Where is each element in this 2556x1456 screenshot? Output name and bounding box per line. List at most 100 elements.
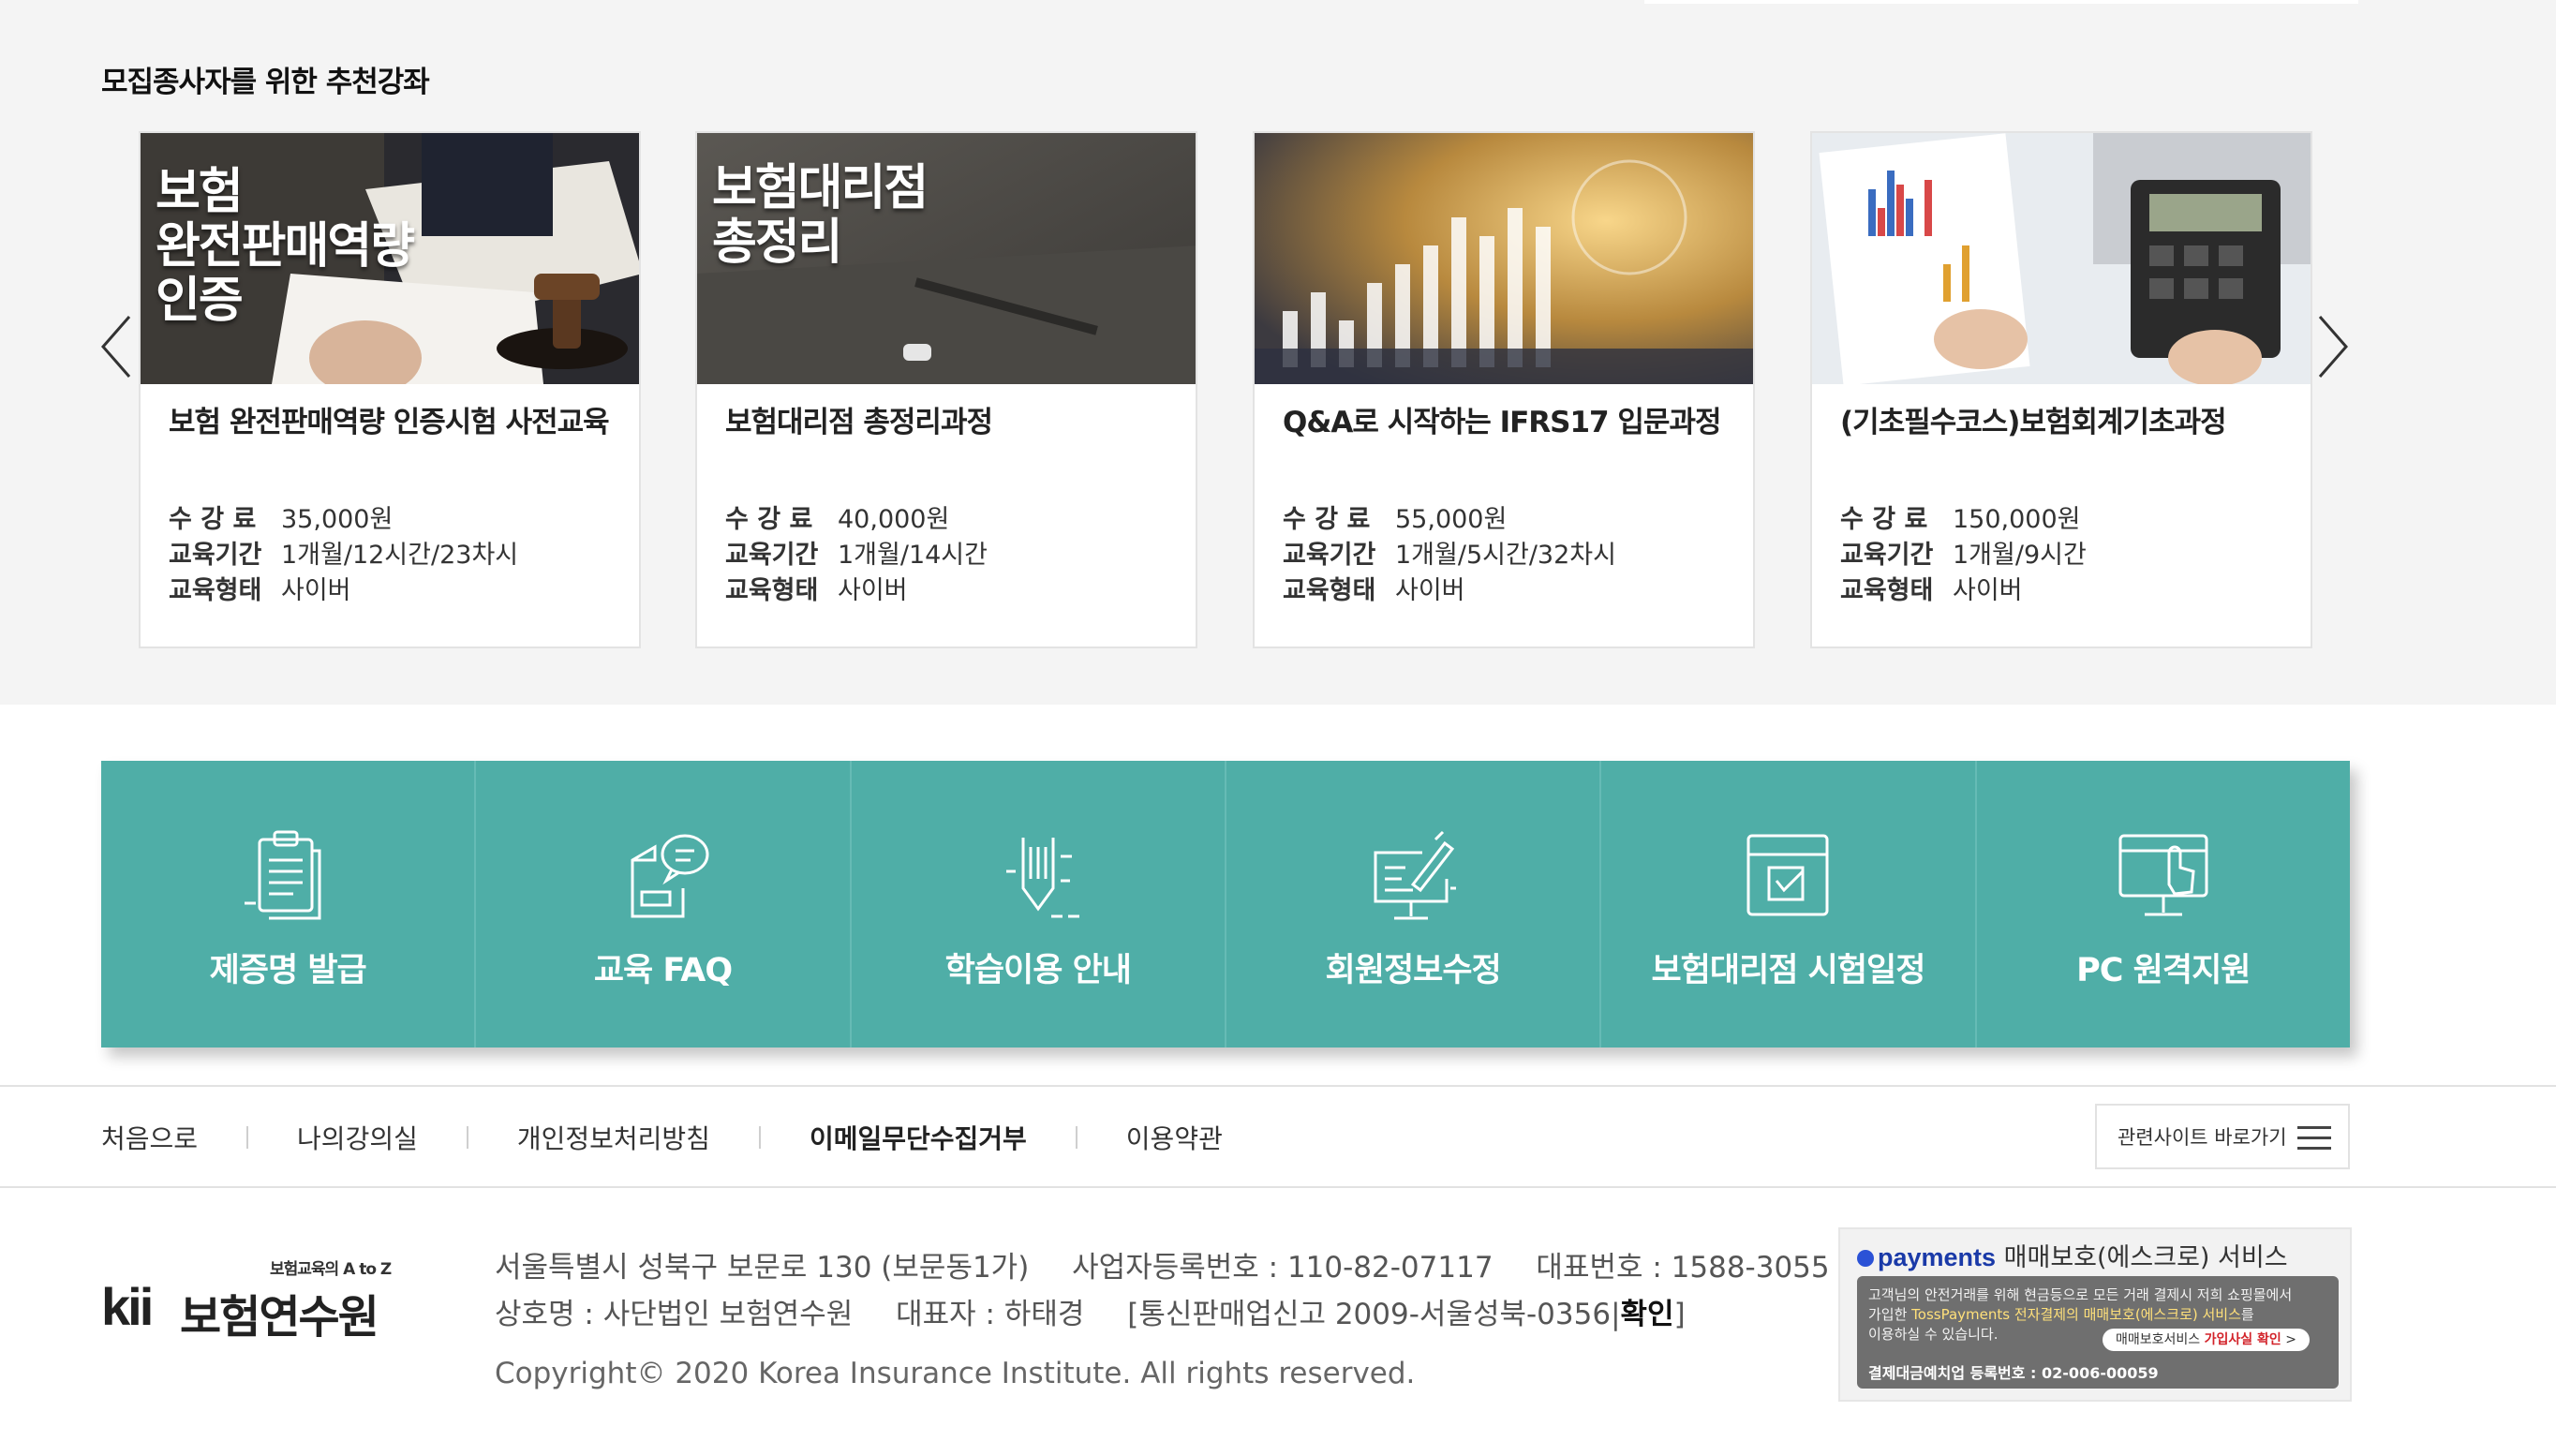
period-label: 교육기간 [1283,541,1376,570]
course-card[interactable]: 보험대리점 총정리 보험대리점 총정리과정 수 강 료 40,000원 교육기간 1… [695,131,1197,648]
period-value: 1개월/5시간/32차시 [1395,541,1616,570]
ceo-name: 대표자 : 하태경 [896,1298,1085,1331]
course-title: Q&A로 시작하는 IFRS17 입문과정 [1283,406,1721,439]
quick-menu-remote-support[interactable]: PC 원격지원 [1977,761,2350,1047]
course-card[interactable]: Q&A로 시작하는 IFRS17 입문과정 수 강 료 55,000원 교육기간 1… [1253,131,1755,648]
thumbnail-caption: 보험 완전판매역량 인증 [156,164,415,329]
thumbnail-caption-line: 총정리 [712,215,843,271]
period-label: 교육기간 [725,541,819,570]
finance-chart-photo [1255,133,1753,384]
pen-guide-icon [982,819,1094,931]
quick-menu-guide[interactable]: 학습이용 안내 [852,761,1226,1047]
related-sites-dropdown[interactable]: 관련사이트 바로가기 [2095,1104,2350,1169]
divider [0,1186,2556,1188]
course-thumbnail: 보험 완전판매역량 인증 [141,133,639,384]
document-chat-icon [606,819,719,931]
divider [466,1126,468,1149]
divider [1075,1126,1077,1149]
course-card[interactable]: (기초필수코스)보험회계기초과정 수 강 료 150,000원 교육기간 1개월/9… [1810,131,2312,648]
carousel-prev-button[interactable] [94,309,139,384]
quick-menu-label: 회원정보수정 [1325,952,1502,989]
escrow-brand: payments [1878,1243,1997,1271]
quick-menu-certificate[interactable]: 제증명 발급 [101,761,477,1047]
type-value: 사이버 [1395,576,1465,605]
fee-label: 수 강 료 [1283,505,1371,534]
fee-value: 150,000원 [1953,505,2081,534]
escrow-verify-button[interactable]: 매매보호서비스 가입사실 확인 > [2103,1329,2310,1351]
carousel-next-button[interactable] [2311,309,2355,384]
copyright: Copyright© 2020 Korea Insurance Institut… [495,1357,1416,1390]
course-card[interactable]: 보험 완전판매역량 인증 보험 완전판매역량 인증시험 사전교육 수 강 료 35… [139,131,641,648]
period-value: 1개월/12시간/23차시 [281,541,519,570]
divider [0,1085,2556,1087]
quick-menu-label: 교육 FAQ [593,952,733,989]
course-title: 보험대리점 총정리과정 [725,406,993,439]
company-name: 상호명 : 사단법인 보험연수원 [495,1298,854,1331]
fee-value: 35,000원 [281,505,394,534]
footer-link-email-refusal[interactable]: 이메일무단수집거부 [810,1119,1027,1156]
hamburger-menu-icon [2297,1126,2331,1151]
period-value: 1개월/9시간 [1953,541,2087,570]
course-info: 수 강 료 55,000원 교육기간 1개월/5시간/32차시 교육형태 사이버 [1283,502,1616,609]
course-thumbnail [1255,133,1753,384]
fee-label: 수 강 료 [169,505,257,534]
mail-order-bracket: ] [1673,1298,1686,1331]
site-logo[interactable]: 보험교육의 A to Z kii 보험연수원 [101,1255,401,1344]
course-info: 수 강 료 150,000원 교육기간 1개월/9시간 교육형태 사이버 [1840,502,2087,609]
quick-menu-label: PC 원격지원 [2076,952,2251,989]
escrow-service-banner[interactable]: payments 매매보호(에스크로) 서비스 고객님의 안전거래를 위해 현금… [1838,1227,2352,1402]
logo-brand: kii [101,1277,154,1336]
type-value: 사이버 [281,576,351,605]
related-sites-label: 관련사이트 바로가기 [2118,1126,2287,1149]
fee-label: 수 강 료 [725,505,813,534]
period-label: 교육기간 [1840,541,1934,570]
period-label: 교육기간 [169,541,262,570]
period-value: 1개월/14시간 [838,541,988,570]
course-info: 수 강 료 40,000원 교육기간 1개월/14시간 교육형태 사이버 [725,502,988,609]
quick-menu-label: 보험대리점 시험일정 [1651,952,1925,989]
toss-logo-icon [1857,1250,1874,1267]
escrow-text-line: 고객님의 안전거래를 위해 현금등으로 모든 거래 결제시 저희 쇼핑몰에서 [1868,1286,2293,1303]
fee-value: 40,000원 [838,505,950,534]
divider [758,1126,761,1149]
clipboard-document-icon [231,819,344,931]
escrow-button-text: 매매보호서비스 [2116,1332,2205,1347]
escrow-text: 가입한 [1868,1306,1912,1323]
quick-menu-faq[interactable]: 교육 FAQ [476,761,852,1047]
quick-menu-member-edit[interactable]: 회원정보수정 [1226,761,1602,1047]
escrow-text-line: 가입한 TossPayments 전자결제의 매매보호(에스크로) 서비스를 [1868,1305,2292,1325]
chevron-right-icon [2318,316,2348,378]
top-divider [1644,0,2358,4]
thumbnail-caption-line: 인증 [156,273,244,329]
type-value: 사이버 [838,576,908,605]
escrow-registration-number: 결제대금예치업 등록번호 : 02-006-00059 [1868,1364,2159,1382]
course-info: 수 강 료 35,000원 교육기간 1개월/12시간/23차시 교육형태 사이버 [169,502,518,609]
type-label: 교육형태 [169,576,262,605]
mail-order-confirm-link[interactable]: 확인 [1621,1298,1674,1331]
quick-menu-label: 학습이용 안내 [944,952,1132,989]
escrow-button-arrow: > [2281,1332,2296,1347]
logo-name: 보험연수원 [180,1291,379,1344]
thumbnail-caption-line: 보험 [156,164,244,220]
thumbnail-caption-line: 완전판매역량 [156,218,415,275]
divider [246,1126,249,1149]
type-value: 사이버 [1953,576,2023,605]
accounting-calculator-photo [1812,133,2311,384]
footer-link-my-classroom[interactable]: 나의강의실 [297,1119,418,1156]
footer-link-privacy-policy[interactable]: 개인정보처리방침 [517,1119,710,1156]
thumbnail-caption: 보험대리점 총정리 [712,161,929,271]
phone-number: 대표번호 : 1588-3055 [1536,1251,1830,1285]
footer-link-home[interactable]: 처음으로 [101,1119,198,1156]
calendar-check-icon [1731,819,1844,931]
quick-menu: 제증명 발급 교육 FAQ 학습이용 안내 회원정보수정 보험대리점 시험일정 … [101,761,2350,1047]
fee-label: 수 강 료 [1840,505,1928,534]
course-title: 보험 완전판매역량 인증시험 사전교육 [169,406,610,439]
section-title: 모집종사자를 위한 추천강좌 [101,66,430,99]
escrow-service-name: 매매보호(에스크로) 서비스 [2003,1243,2288,1272]
logo-tagline: 보험교육의 A to Z [270,1260,392,1279]
quick-menu-exam-schedule[interactable]: 보험대리점 시험일정 [1601,761,1977,1047]
escrow-info-box: 고객님의 안전거래를 위해 현금등으로 모든 거래 결제시 저희 쇼핑몰에서 가… [1857,1276,2339,1389]
course-thumbnail [1812,133,2311,384]
footer-link-terms[interactable]: 이용약관 [1126,1119,1223,1156]
monitor-edit-icon [1357,819,1469,931]
